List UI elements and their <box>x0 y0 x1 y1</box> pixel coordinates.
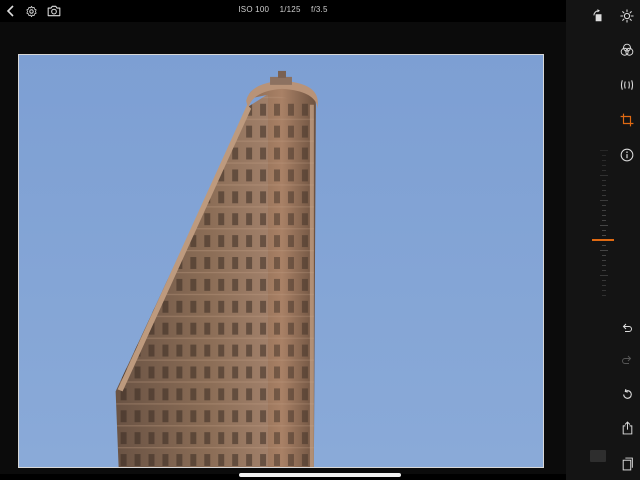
dial-tick <box>602 170 606 171</box>
crop-icon <box>620 113 634 127</box>
photo-editor: ISO 100 1/125 f/3.5 <box>0 0 640 480</box>
top-bar: ISO 100 1/125 f/3.5 <box>0 0 566 22</box>
reset-button[interactable] <box>617 384 637 404</box>
crop-tool-button[interactable] <box>617 110 637 130</box>
light-tool-button[interactable] <box>617 6 637 26</box>
detail-tool-button[interactable] <box>617 75 637 95</box>
dial-tick <box>602 220 606 221</box>
share-button[interactable] <box>617 418 637 438</box>
shutter-value: 1/125 <box>279 5 301 14</box>
rotate-crop-icon <box>593 9 602 22</box>
rotate-button[interactable] <box>588 6 608 26</box>
iso-value: ISO 100 <box>238 5 270 14</box>
dial-tick <box>602 185 606 186</box>
redo-icon <box>622 355 632 364</box>
dial-tick <box>602 205 606 206</box>
rotation-dial-indicator[interactable] <box>592 239 614 241</box>
dial-tick <box>602 245 606 246</box>
dial-tick <box>602 270 606 271</box>
dial-tick <box>602 190 606 191</box>
filmstrip-thumbnail[interactable] <box>590 450 606 462</box>
dial-tick <box>600 275 608 276</box>
dial-tick <box>600 250 608 251</box>
dial-tick <box>602 180 606 181</box>
dial-tick <box>602 280 606 281</box>
home-indicator[interactable] <box>239 473 401 477</box>
color-tool-button[interactable] <box>617 40 637 60</box>
detail-icon <box>620 80 634 90</box>
image-canvas[interactable] <box>0 22 566 474</box>
compare-button[interactable] <box>617 454 637 474</box>
dial-tick <box>602 210 606 211</box>
dial-tick <box>602 290 606 291</box>
dial-tick <box>602 230 606 231</box>
compare-icon <box>622 457 633 471</box>
dial-tick <box>602 155 606 156</box>
aperture-value: f/3.5 <box>311 5 328 14</box>
dial-tick <box>602 195 606 196</box>
dial-tick <box>600 150 608 151</box>
dial-tick <box>600 225 608 226</box>
dial-tick <box>602 160 606 161</box>
reset-icon <box>622 388 632 399</box>
dial-tick <box>602 285 606 286</box>
dial-tick <box>602 165 606 166</box>
undo-icon <box>622 323 632 332</box>
undo-button[interactable] <box>617 318 637 338</box>
photo-flatiron-building <box>19 55 543 467</box>
crop-frame[interactable] <box>18 54 544 468</box>
redo-button[interactable] <box>617 350 637 370</box>
rotation-dial[interactable] <box>578 150 628 300</box>
dial-tick <box>602 265 606 266</box>
dial-tick <box>600 200 608 201</box>
exposure-sun-icon <box>620 9 634 23</box>
exif-info: ISO 100 1/125 f/3.5 <box>0 5 566 14</box>
dial-tick <box>602 255 606 256</box>
dial-tick <box>600 175 608 176</box>
dial-tick <box>602 215 606 216</box>
color-rings-icon <box>620 43 634 56</box>
dial-tick <box>602 260 606 261</box>
share-icon <box>622 421 632 435</box>
dial-tick <box>602 295 606 296</box>
dial-tick <box>602 235 606 236</box>
